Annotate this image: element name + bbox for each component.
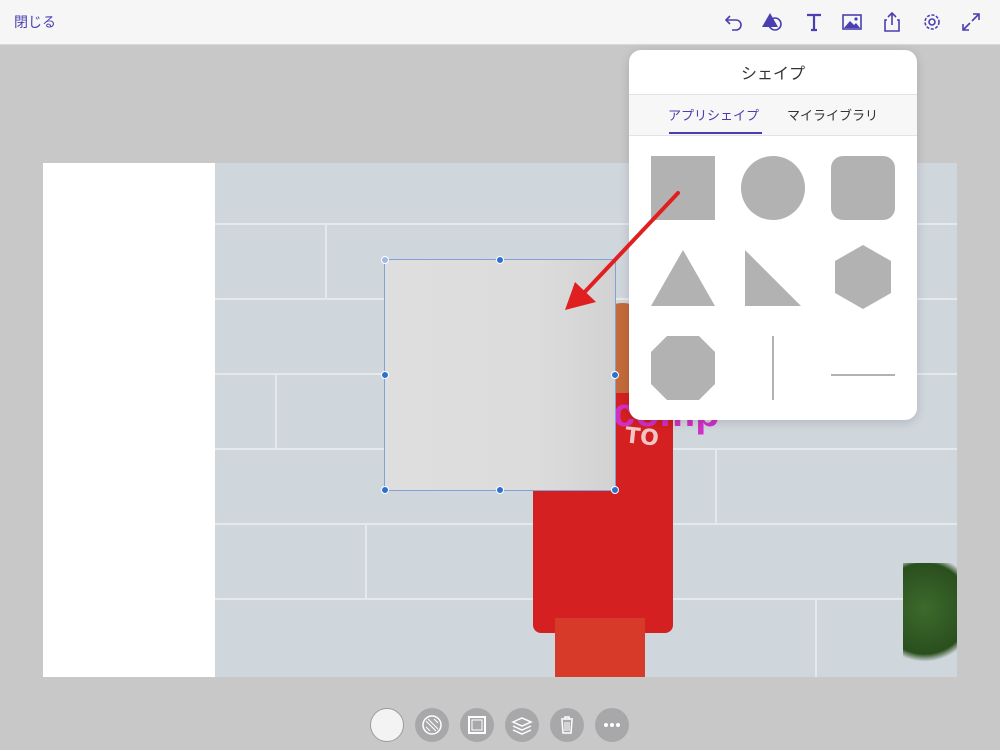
horizontal-line-shape[interactable] (831, 364, 895, 376)
settings-icon[interactable] (920, 10, 944, 34)
square-shape[interactable] (651, 156, 715, 220)
border-icon[interactable] (460, 708, 494, 742)
popover-tabs: アプリシェイプ マイライブラリ (629, 94, 917, 136)
text-icon[interactable] (802, 10, 826, 34)
vertical-line-shape[interactable] (769, 336, 777, 400)
plant (903, 563, 957, 677)
fullscreen-icon[interactable] (959, 10, 983, 34)
brick-line (715, 448, 717, 523)
resize-handle-bottom[interactable] (496, 486, 504, 494)
selected-square-shape[interactable] (384, 259, 616, 491)
rounded-square-shape[interactable] (831, 156, 895, 220)
right-triangle-shape[interactable] (741, 246, 805, 310)
shapes-popover: シェイプ アプリシェイプ マイライブラリ (629, 50, 917, 420)
person-legs (555, 618, 645, 677)
resize-handle-bottom-left[interactable] (381, 486, 389, 494)
octagon-shape[interactable] (651, 336, 715, 400)
delete-icon[interactable] (550, 708, 584, 742)
hexagon-shape[interactable] (831, 244, 895, 310)
more-icon[interactable] (595, 708, 629, 742)
undo-icon[interactable] (722, 10, 746, 34)
resize-handle-right[interactable] (611, 371, 619, 379)
share-icon[interactable] (880, 10, 904, 34)
triangle-shape[interactable] (651, 246, 715, 310)
close-button[interactable]: 閉じる (14, 12, 56, 32)
top-toolbar: 閉じる (0, 0, 1000, 45)
brick-line (275, 373, 277, 448)
resize-handle-top[interactable] (496, 256, 504, 264)
resize-handle-bottom-right[interactable] (611, 486, 619, 494)
brick-line (365, 523, 367, 598)
tab-app-shapes[interactable]: アプリシェイプ (668, 105, 759, 124)
active-tab-indicator (669, 132, 762, 134)
resize-handle-top-left[interactable] (381, 256, 389, 264)
brick-line (815, 598, 817, 677)
opacity-icon[interactable] (415, 708, 449, 742)
shapes-icon[interactable] (760, 10, 784, 34)
layers-icon[interactable] (505, 708, 539, 742)
popover-title: シェイプ (740, 64, 805, 83)
fill-color-icon[interactable] (370, 708, 404, 742)
image-icon[interactable] (840, 10, 864, 34)
brick-line (325, 223, 327, 298)
tab-my-library[interactable]: マイライブラリ (787, 105, 878, 124)
resize-handle-left[interactable] (381, 371, 389, 379)
circle-shape[interactable] (741, 156, 805, 220)
